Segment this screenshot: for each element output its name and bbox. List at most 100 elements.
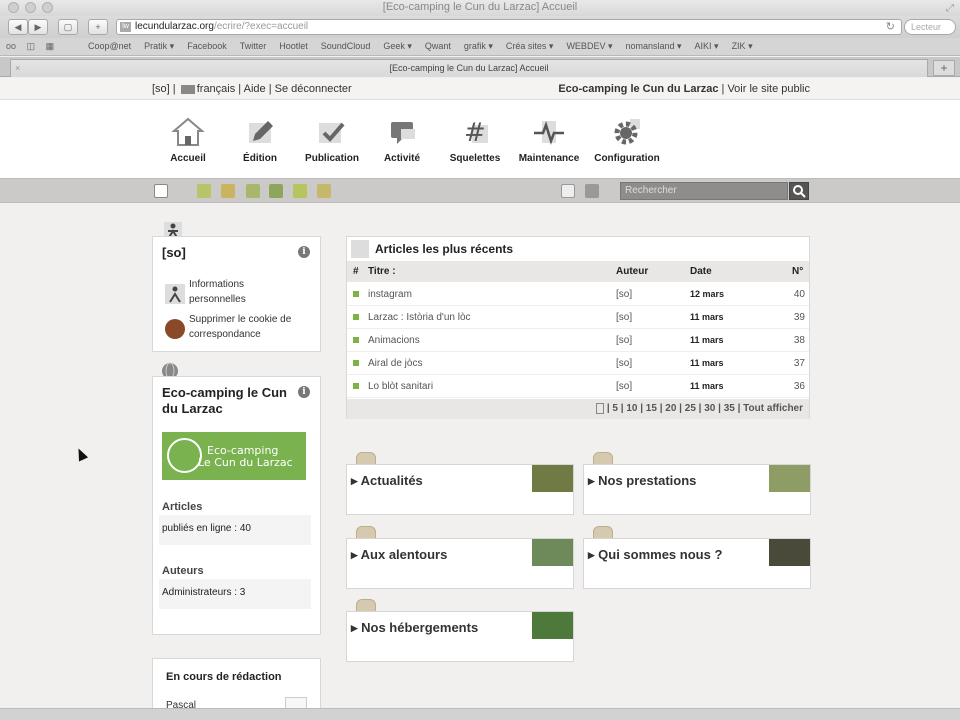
minimize-window-button[interactable] — [25, 2, 36, 13]
new-article-icon[interactable] — [197, 184, 211, 198]
bookmark-item[interactable]: Coop@net — [88, 41, 131, 51]
article-author[interactable]: [so] — [616, 312, 632, 323]
nav-activite[interactable]: Activité — [362, 115, 442, 164]
article-title-link[interactable]: Airal de jòcs — [368, 358, 422, 369]
site-logo[interactable]: Eco-camping Le Cun du Larzac — [162, 432, 306, 480]
bookmark-item[interactable]: Pratik ▾ — [144, 41, 174, 52]
article-title-link[interactable]: Larzac : Istòria d'un lòc — [368, 312, 471, 323]
language-link[interactable]: français — [197, 83, 236, 95]
article-title-link[interactable]: Animacions — [368, 335, 420, 346]
site-name-link[interactable]: Eco-camping le Cun du Larzac — [558, 83, 718, 95]
nav-publication[interactable]: Publication — [292, 115, 372, 164]
bookmark-item[interactable]: Hootlet — [279, 41, 308, 51]
table-row[interactable]: Lo blòt sanitari [so] 11 mars 36 — [347, 375, 809, 398]
status-dot-icon — [353, 360, 359, 366]
article-number: 38 — [793, 335, 805, 346]
col-hash: # — [353, 266, 359, 277]
col-author[interactable]: Auteur — [616, 266, 648, 277]
forward-button[interactable]: ▶ — [28, 19, 48, 35]
nav-configuration[interactable]: Configuration — [587, 115, 667, 164]
glasses-icon[interactable]: oo — [6, 41, 16, 51]
section-title-link[interactable]: ▸ Nos prestations — [588, 473, 696, 489]
bookmark-item[interactable]: Twitter — [240, 41, 267, 51]
speech-bubble-icon — [391, 122, 415, 144]
bookmark-item[interactable]: Geek ▾ — [383, 41, 412, 52]
section-box[interactable]: ▸ Actualités — [346, 464, 574, 515]
table-row[interactable]: Larzac : Istòria d'un lòc [so] 11 mars 39 — [347, 306, 809, 329]
current-user-link[interactable]: [so] — [152, 83, 170, 95]
search-button[interactable] — [789, 182, 809, 200]
grid-icon[interactable]: ▦ — [46, 41, 55, 52]
view-site-link[interactable]: Voir le site public — [727, 83, 810, 95]
new-author-icon[interactable] — [293, 184, 307, 198]
nav-squelettes[interactable]: # Squelettes — [435, 115, 515, 164]
bookmark-item[interactable]: WEBDEV ▾ — [566, 41, 612, 52]
info-icon[interactable]: i — [298, 246, 310, 258]
section-title-link[interactable]: ▸ Nos hébergements — [351, 620, 478, 636]
col-number[interactable]: N° — [792, 266, 803, 277]
close-window-button[interactable] — [8, 2, 19, 13]
pagination[interactable]: | 5 | 10 | 15 | 20 | 25 | 30 | 35 | Tout… — [347, 399, 809, 419]
zoom-window-button[interactable] — [42, 2, 53, 13]
article-title-link[interactable]: Lo blòt sanitari — [368, 381, 433, 392]
table-row[interactable]: Airal de jòcs [so] 11 mars 37 — [347, 352, 809, 375]
nav-accueil[interactable]: Accueil — [148, 115, 228, 164]
upload-icon[interactable] — [585, 184, 599, 198]
section-thumbnail — [532, 465, 573, 492]
article-author[interactable]: [so] — [616, 358, 632, 369]
article-title-link[interactable]: instagram — [368, 289, 412, 300]
gear-icon — [614, 119, 640, 145]
bookmark-item[interactable]: Qwant — [425, 41, 451, 51]
bookmark-item[interactable]: ZIK ▾ — [732, 41, 753, 52]
section-title-link[interactable]: ▸ Qui sommes nous ? — [588, 547, 722, 563]
printer-icon[interactable] — [154, 184, 168, 198]
col-title[interactable]: Titre : — [368, 266, 396, 277]
logout-link[interactable]: Se déconnecter — [275, 83, 352, 95]
section-title-link[interactable]: ▸ Aux alentours — [351, 547, 447, 563]
nav-edition[interactable]: Édition — [220, 115, 300, 164]
preview-icon[interactable] — [561, 184, 575, 198]
article-author[interactable]: [so] — [616, 381, 632, 392]
logo-text-line2: Le Cun du Larzac — [198, 456, 293, 469]
reader-icon[interactable]: ▢ — [58, 19, 78, 35]
personal-info-link[interactable]: Informations personnelles — [189, 277, 299, 307]
bookmark-item[interactable]: grafik ▾ — [464, 41, 493, 52]
help-link[interactable]: Aide — [244, 83, 266, 95]
article-author[interactable]: [so] — [616, 289, 632, 300]
nav-label: Activité — [383, 153, 421, 164]
bookmark-item[interactable]: nomansland ▾ — [625, 41, 681, 52]
new-site-icon[interactable] — [317, 184, 331, 198]
fullscreen-icon[interactable]: ⤢ — [946, 1, 954, 16]
new-tab-button[interactable]: + — [933, 60, 955, 76]
new-section-icon[interactable] — [246, 184, 260, 198]
address-bar[interactable]: lw lecundularzac.org/ecrire/?exec=accuei… — [116, 19, 902, 35]
section-box[interactable]: ▸ Qui sommes nous ? — [583, 538, 811, 589]
back-button[interactable]: ◀ — [8, 19, 28, 35]
bookmark-item[interactable]: AIKI ▾ — [695, 41, 719, 52]
add-bookmark-button[interactable]: + — [88, 19, 108, 35]
pagination-links[interactable]: | 5 | 10 | 15 | 20 | 25 | 30 | 35 | Tout… — [607, 403, 803, 414]
reload-icon[interactable]: ↻ — [886, 20, 895, 34]
nav-maintenance[interactable]: Maintenance — [509, 115, 589, 164]
new-news-icon[interactable] — [269, 184, 283, 198]
tab-close-icon[interactable]: × — [15, 60, 20, 76]
info-icon[interactable]: i — [298, 386, 310, 398]
section-title-link[interactable]: ▸ Actualités — [351, 473, 423, 489]
table-row[interactable]: Animacions [so] 11 mars 38 — [347, 329, 809, 352]
article-author[interactable]: [so] — [616, 335, 632, 346]
section-box[interactable]: ▸ Aux alentours — [346, 538, 574, 589]
section-box[interactable]: ▸ Nos hébergements — [346, 611, 574, 662]
bookmark-item[interactable]: Facebook — [187, 41, 227, 51]
search-input[interactable]: Rechercher — [620, 182, 788, 200]
section-box[interactable]: ▸ Nos prestations — [583, 464, 811, 515]
bookmark-item[interactable]: Créa sites ▾ — [506, 41, 554, 52]
browser-search-field[interactable]: Lecteur — [904, 19, 956, 35]
col-date[interactable]: Date — [690, 266, 712, 277]
bookmark-item[interactable]: SoundCloud — [321, 41, 371, 51]
table-row[interactable]: instagram [so] 12 mars 40 — [347, 283, 809, 306]
search-tool-icon[interactable] — [221, 184, 235, 198]
browser-tab[interactable]: × [Eco-camping le Cun du Larzac] Accueil — [10, 59, 928, 77]
book-icon[interactable]: ◫ — [27, 41, 36, 52]
delete-cookie-link[interactable]: Supprimer le cookie de correspondance — [189, 312, 314, 342]
tab-strip: × [Eco-camping le Cun du Larzac] Accueil… — [0, 57, 960, 77]
